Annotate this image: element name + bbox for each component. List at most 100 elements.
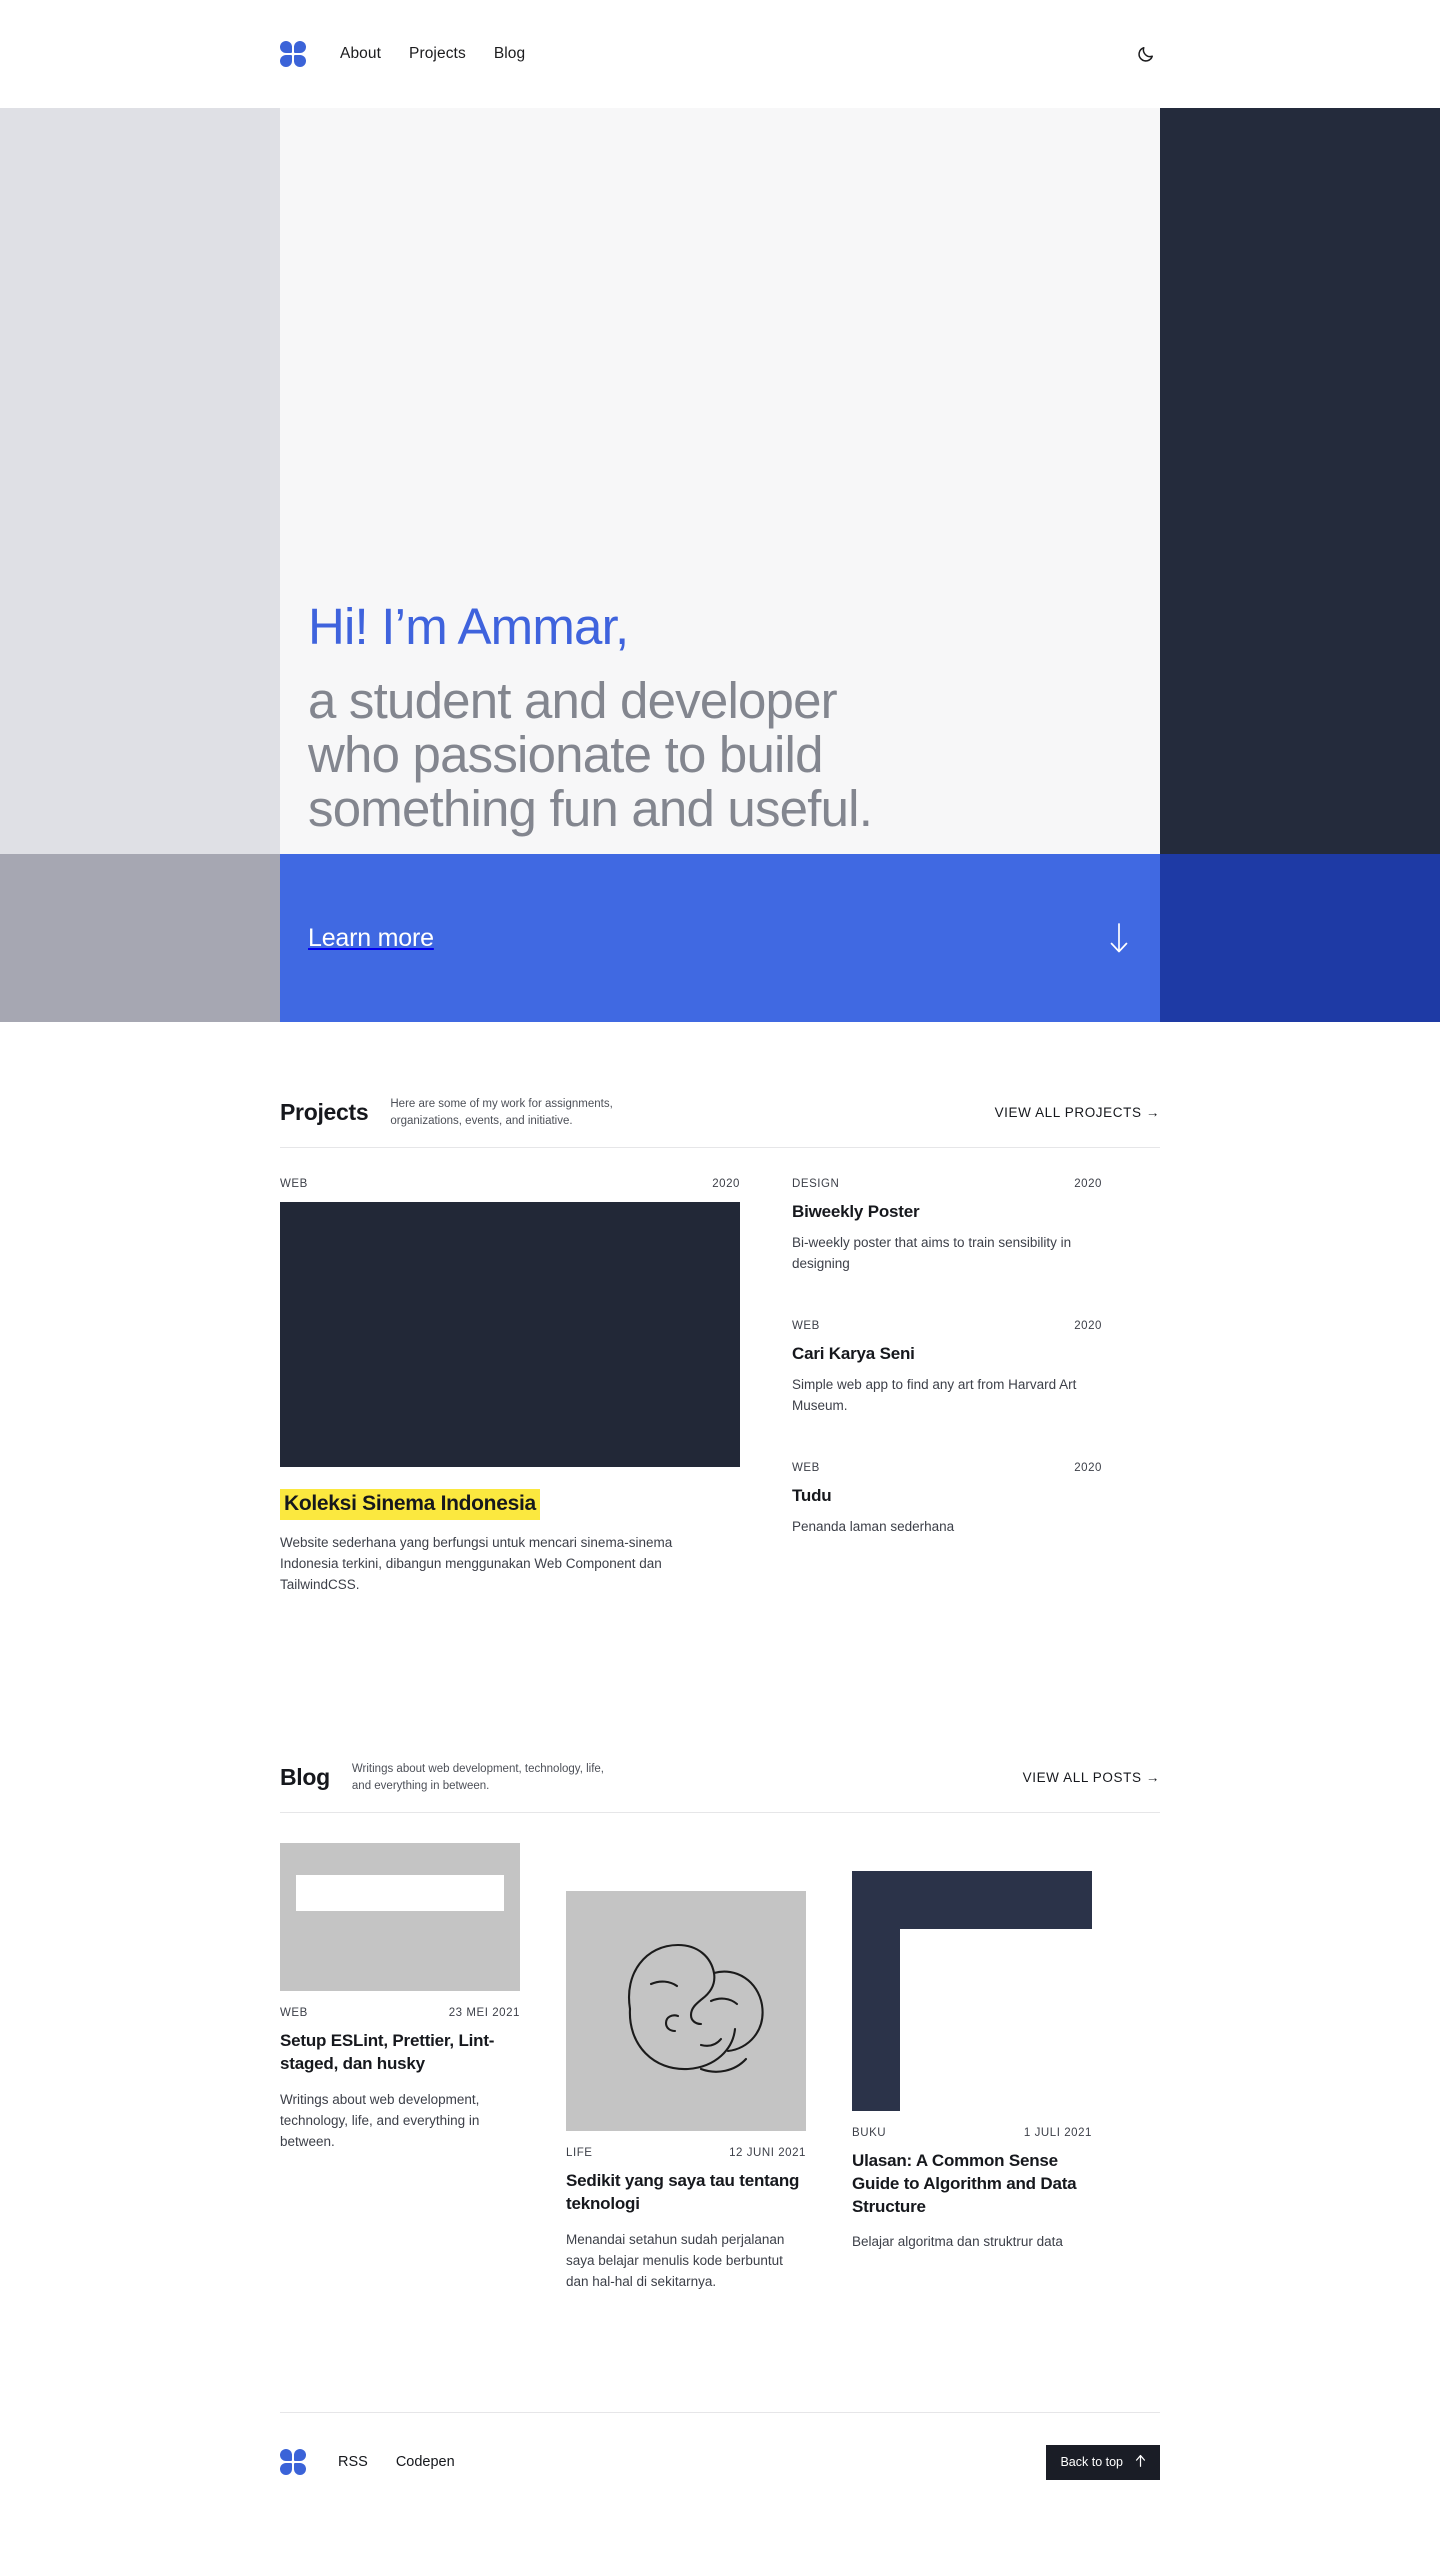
project-item-meta: DESIGN 2020 [792, 1178, 1102, 1202]
blog-post-description: Writings about web development, technolo… [280, 2091, 480, 2149]
blog-post-category: WEB [280, 2007, 308, 2020]
blog-post-description: Menandai setahun sudah perjalanan saya b… [566, 2231, 785, 2289]
project-item-description: Simple web app to find any art from Harv… [792, 1377, 1077, 1413]
blog-header: Blog Writings about web development, tec… [280, 1751, 1160, 1814]
blog-post-card[interactable]: LIFE 12 JUNI 2021 Sedikit yang saya tau … [566, 1891, 806, 2292]
blog-post-title: Sedikit yang saya tau tentang teknologi [566, 2171, 800, 2214]
hero-line-4: something fun and useful. [308, 779, 873, 837]
navy-l-shape-graphic [852, 1871, 1092, 2112]
blog-post-meta: LIFE 12 JUNI 2021 [566, 2131, 806, 2159]
project-list-item[interactable]: DESIGN 2020 Biweekly Poster Bi-weekly po… [792, 1178, 1102, 1274]
featured-project-card[interactable]: WEB 2020 Koleksi Sinema Indonesia Websit… [280, 1178, 740, 1596]
view-all-posts-link[interactable]: VIEW ALL POSTS → [1023, 1770, 1160, 1785]
arrow-down-icon [1106, 921, 1132, 955]
blog-subtitle: Writings about web development, technolo… [351, 1763, 604, 1792]
placeholder-bar-graphic [296, 1875, 504, 1912]
back-to-top-label: Back to top [1060, 2455, 1123, 2470]
primary-nav: About Projects Blog [340, 45, 525, 63]
footer-clover-logo-icon[interactable] [280, 2449, 306, 2476]
project-list: DESIGN 2020 Biweekly Poster Bi-weekly po… [792, 1178, 1102, 1596]
projects-subtitle: Here are some of my work for assignments… [390, 1098, 613, 1127]
blog-post-thumbnail [852, 1871, 1092, 2112]
blog-post-thumbnail [280, 1843, 520, 1992]
footer-logo-petal-bottom-right [294, 2463, 306, 2476]
learn-more-band-right [1160, 854, 1440, 1022]
featured-project-title-wrap: Koleksi Sinema Indonesia [280, 1467, 740, 1521]
footer-logo-petal-bottom-left [280, 2463, 292, 2476]
learn-more-button[interactable]: Learn more [280, 854, 1160, 1022]
featured-project-category: WEB [280, 1178, 308, 1191]
arrow-up-icon [1135, 2454, 1146, 2471]
project-item-year: 2020 [1074, 1320, 1102, 1333]
line-drawing-faces-graphic [627, 1944, 764, 2074]
nav-link-projects[interactable]: Projects [409, 45, 466, 63]
blog-post-category: BUKU [852, 2127, 887, 2140]
project-item-meta: WEB 2020 [792, 1320, 1102, 1344]
blog-post-date: 1 JULI 2021 [1023, 2127, 1092, 2140]
site-header: About Projects Blog [0, 0, 1440, 108]
footer-logo-petal-top-right [294, 2449, 306, 2462]
footer-link-rss[interactable]: RSS [338, 2454, 368, 2470]
blog-post-meta: BUKU 1 JULI 2021 [852, 2111, 1092, 2139]
hero-band-center: Hi! I’m Ammar, a student and developer w… [280, 108, 1160, 854]
hero-band-left [0, 108, 280, 854]
featured-project-meta: WEB 2020 [280, 1178, 740, 1202]
projects-grid: WEB 2020 Koleksi Sinema Indonesia Websit… [280, 1148, 1160, 1596]
blog-post-card[interactable]: WEB 23 MEI 2021 Setup ESLint, Prettier, … [280, 1843, 520, 2152]
project-item-title: Tudu [792, 1486, 832, 1506]
learn-more-bands: Learn more [0, 854, 1440, 1022]
blog-post-description: Belajar algoritma dan struktrur data [852, 2234, 1063, 2250]
blog-post-date: 12 JUNI 2021 [729, 2147, 806, 2160]
project-item-title: Biweekly Poster [792, 1202, 920, 1222]
project-list-item[interactable]: WEB 2020 Tudu Penanda laman sederhana [792, 1462, 1102, 1538]
blog-post-date: 23 MEI 2021 [448, 2007, 520, 2020]
hero-section: Hi! I’m Ammar, a student and developer w… [0, 108, 1440, 1022]
nav-link-about[interactable]: About [340, 45, 381, 63]
project-item-description: Bi-weekly poster that aims to train sens… [792, 1235, 1072, 1271]
blog-post-title: Setup ESLint, Prettier, Lint-staged, dan… [280, 2031, 495, 2074]
site-footer: RSS Codepen Back to top [280, 2413, 1160, 2511]
footer-link-codepen[interactable]: Codepen [396, 2454, 455, 2470]
hero-heading: Hi! I’m Ammar, a student and developer w… [308, 597, 1140, 837]
blog-title: Blog [280, 1764, 330, 1791]
project-item-meta: WEB 2020 [792, 1462, 1102, 1486]
footer-nav: RSS Codepen [338, 2454, 455, 2470]
nav-link-blog[interactable]: Blog [494, 45, 525, 63]
logo-petal-bottom-left [280, 55, 292, 67]
featured-project-year: 2020 [712, 1178, 740, 1191]
back-to-top-button[interactable]: Back to top [1046, 2444, 1160, 2480]
blog-post-meta: WEB 23 MEI 2021 [280, 1991, 520, 2019]
blog-post-thumbnail [566, 1891, 806, 2132]
projects-title: Projects [280, 1099, 369, 1126]
hero-line-3: who passionate to build [308, 725, 823, 783]
project-list-item[interactable]: WEB 2020 Cari Karya Seni Simple web app … [792, 1320, 1102, 1416]
projects-header: Projects Here are some of my work for as… [280, 1086, 1160, 1149]
blog-section: Blog Writings about web development, tec… [0, 1596, 1440, 2292]
blog-post-card[interactable]: BUKU 1 JULI 2021 Ulasan: A Common Sense … [852, 1871, 1092, 2253]
featured-project-thumbnail [280, 1202, 740, 1468]
project-item-title: Cari Karya Seni [792, 1344, 915, 1364]
project-item-category: WEB [792, 1462, 820, 1475]
learn-more-band-left [0, 854, 280, 1022]
hero-line-2: a student and developer [308, 671, 838, 729]
blog-grid: WEB 23 MEI 2021 Setup ESLint, Prettier, … [280, 1813, 1160, 2292]
projects-section: Projects Here are some of my work for as… [0, 1022, 1440, 1596]
logo-petal-bottom-right [294, 55, 306, 67]
footer-logo-petal-top-left [280, 2449, 292, 2462]
project-item-description: Penanda laman sederhana [792, 1519, 955, 1535]
learn-more-label: Learn more [308, 923, 434, 952]
featured-project-title: Koleksi Sinema Indonesia [280, 1489, 540, 1521]
featured-project-description: Website sederhana yang berfungsi untuk m… [280, 1535, 673, 1593]
page-root: About Projects Blog Hi! I’m Ammar, a stu… [0, 0, 1440, 2511]
moon-icon[interactable] [1130, 39, 1160, 69]
logo-petal-top-left [280, 41, 292, 53]
logo-petal-top-right [294, 41, 306, 53]
project-item-category: DESIGN [792, 1178, 840, 1191]
hero-color-bands: Hi! I’m Ammar, a student and developer w… [0, 108, 1440, 854]
hero-line-1: Hi! I’m Ammar, [308, 597, 629, 655]
view-all-projects-link[interactable]: VIEW ALL PROJECTS → [995, 1105, 1160, 1120]
blog-post-category: LIFE [566, 2147, 593, 2160]
blog-post-title: Ulasan: A Common Sense Guide to Algorith… [852, 2151, 1077, 2216]
clover-logo-icon[interactable] [280, 41, 306, 67]
footer-section: RSS Codepen Back to top [0, 2292, 1440, 2511]
